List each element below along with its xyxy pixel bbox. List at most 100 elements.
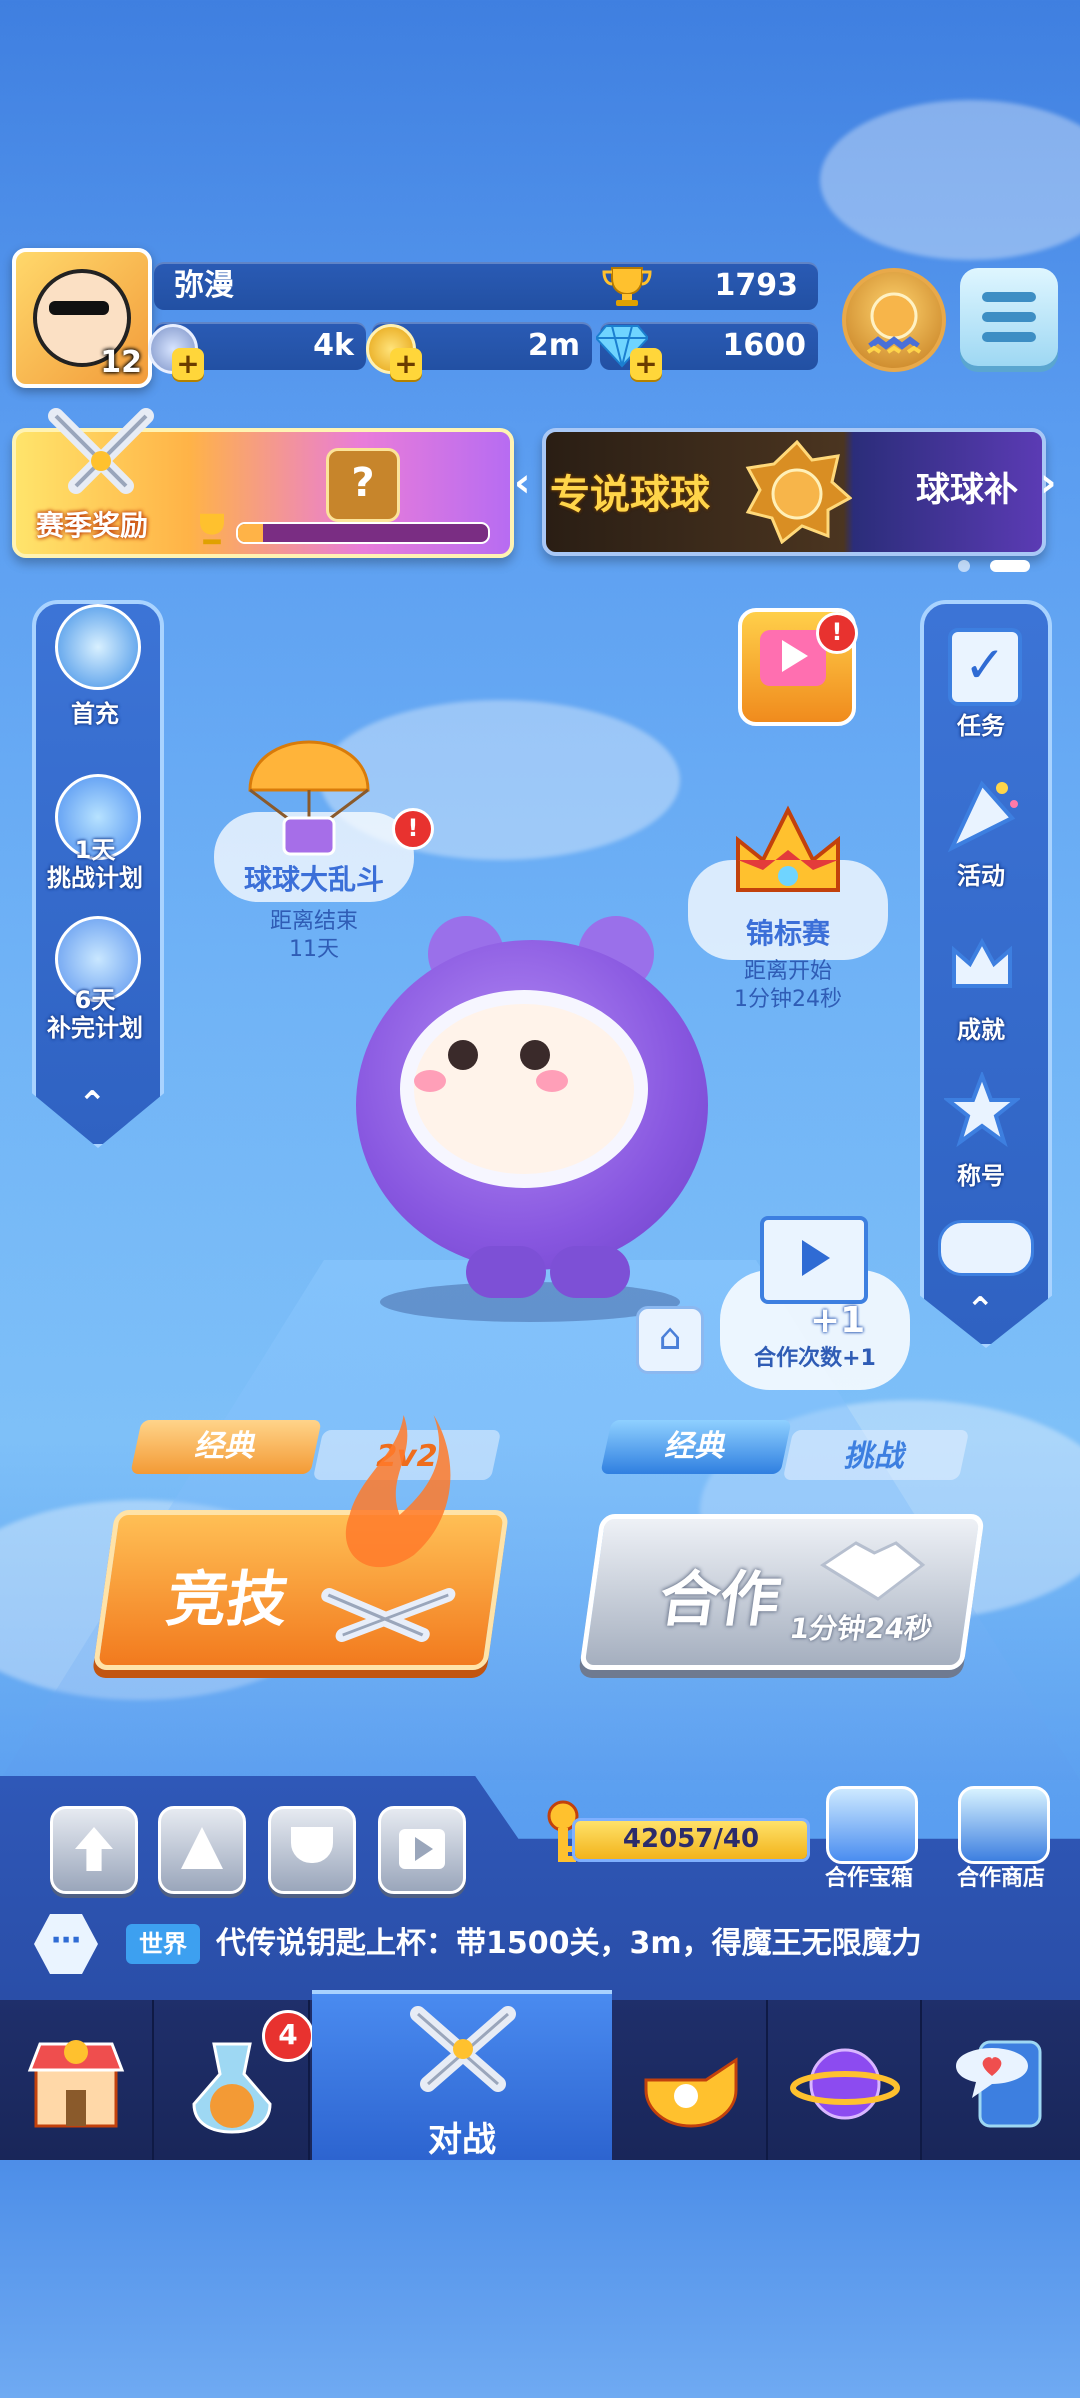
checklist-icon: ✓: [948, 628, 1022, 706]
nav-social[interactable]: [922, 2000, 1080, 2160]
coop-shop[interactable]: 合作商店: [936, 1786, 1066, 1891]
shop-icon: [958, 1786, 1050, 1864]
challenge-plan-label: 挑战计划: [47, 864, 143, 892]
stars-bar[interactable]: + 4k: [148, 322, 366, 380]
competitive-mode-tag[interactable]: 经典: [130, 1420, 322, 1474]
championship-title: 锦标赛: [745, 917, 830, 950]
planet-icon: [790, 2034, 900, 2134]
title-item[interactable]: 称号: [906, 1070, 1056, 1192]
left-panel-collapse-icon[interactable]: ⌃: [78, 1084, 107, 1124]
banner-next-arrow[interactable]: ›: [1040, 460, 1056, 506]
video-icon: [760, 1216, 868, 1304]
right-panel-collapse-icon[interactable]: ⌃: [966, 1290, 995, 1330]
stars-value: 4k: [313, 328, 354, 363]
season-progress-bar: [236, 522, 490, 544]
heart-chat-icon: [950, 2036, 1050, 2132]
nav-battle[interactable]: 对战: [312, 1990, 612, 2164]
chest-icon: [826, 1786, 918, 1864]
mask-icon: [55, 604, 141, 690]
player-avatar[interactable]: 12: [12, 248, 152, 388]
party-popper-icon: [942, 774, 1022, 854]
coop-mode-tag[interactable]: 经典: [600, 1420, 792, 1474]
player-level: 12: [100, 345, 142, 380]
nav-battle-label: 对战: [428, 2120, 496, 2160]
season-progress-fill: [238, 524, 263, 542]
first-recharge-label: 首充: [71, 700, 119, 728]
coop-chest[interactable]: 合作宝箱: [804, 1786, 934, 1891]
brawl-title: 球球大乱斗: [243, 863, 384, 896]
activity-label: 活动: [957, 862, 1005, 890]
coop-challenge-tag[interactable]: 挑战: [782, 1430, 970, 1480]
carousel-dot-active: [990, 560, 1030, 572]
gems-bar[interactable]: + 1600: [594, 322, 818, 380]
gems-value: 1600: [722, 328, 807, 363]
video-reward-badge: !: [816, 612, 858, 654]
crossed-swords-icon: [408, 2004, 518, 2104]
potion-icon: [184, 2040, 280, 2136]
competitive-button[interactable]: 竞技: [92, 1415, 510, 1670]
replay-button[interactable]: [378, 1806, 466, 1894]
coop-count-label: 合作次数+1: [754, 1346, 876, 1371]
coins-bar[interactable]: + 2m: [366, 322, 592, 380]
coop-count-bubble[interactable]: +1 合作次数+1: [720, 1216, 910, 1390]
upgrade-button[interactable]: [50, 1806, 138, 1894]
banner-prev-arrow[interactable]: ‹: [514, 460, 530, 506]
competitive-label: 竞技: [162, 1565, 293, 1635]
crown-icon: [728, 800, 848, 914]
achievement-item[interactable]: 成就: [906, 926, 1056, 1046]
season-reward-label: 赛季奖励: [36, 509, 149, 542]
character-eye: [448, 1040, 478, 1070]
chat-channel-tag: 世界: [126, 1924, 200, 1964]
nav-whistle[interactable]: [614, 2000, 768, 2160]
legend-ball-banner[interactable]: 专说球球 球球补: [542, 428, 1046, 556]
mystery-reward-icon: ?: [326, 448, 400, 522]
tasks-item[interactable]: ✓ 任务: [906, 628, 1056, 748]
world-chat-row[interactable]: ⋯ 世界 代传说钥匙上杯：带1500关，3m，得魔王无限魔力: [30, 1912, 1070, 1976]
coop-plus-value: +1: [810, 1300, 866, 1341]
coop-label: 合作: [654, 1565, 785, 1635]
whistle-icon: [636, 2040, 746, 2130]
first-recharge-item[interactable]: 首充: [20, 604, 170, 734]
chat-icon[interactable]: ⋯: [34, 1914, 98, 1974]
season-reward-banner[interactable]: ? 赛季奖励: [12, 408, 514, 558]
brawl-event[interactable]: 球球大乱斗 距离结束 11天: [214, 740, 424, 970]
menu-button[interactable]: [960, 268, 1058, 366]
legend-banner-text-2: 球球补: [916, 470, 1018, 510]
trophy-icon: [602, 266, 652, 312]
flaming-swords-icon: [299, 1405, 495, 1659]
character-foot: [466, 1246, 546, 1298]
brawl-sub-1: 距离结束: [269, 909, 358, 934]
add-coins-button[interactable]: +: [390, 348, 422, 380]
tasks-label: 任务: [957, 712, 1005, 740]
brawl-badge: !: [392, 808, 434, 850]
add-gems-button[interactable]: +: [630, 348, 662, 380]
bag-badge: 4: [262, 2010, 314, 2062]
nav-planet[interactable]: [768, 2000, 922, 2160]
completion-plan-item[interactable]: 6天 补完计划: [20, 916, 170, 1042]
legend-banner-text: 专说球球: [550, 472, 710, 518]
parachute-gift-icon: [244, 740, 374, 864]
title-label: 称号: [957, 1162, 1005, 1190]
add-stars-button[interactable]: +: [172, 348, 204, 380]
nav-shop[interactable]: [0, 2000, 154, 2160]
rank-badge-icon[interactable]: [842, 268, 946, 372]
brawl-sub-2: 11天: [289, 937, 339, 962]
carousel-dot: [958, 560, 970, 572]
activity-item[interactable]: 活动: [906, 774, 1056, 894]
achievement-label: 成就: [957, 1016, 1005, 1044]
coop-button[interactable]: 合作 1分钟24秒: [579, 1514, 985, 1670]
player-name: 弥漫: [174, 268, 234, 303]
coop-chest-label: 合作宝箱: [824, 1866, 913, 1891]
key-progress-text: 42057/40: [622, 1824, 760, 1854]
challenge-plan-item[interactable]: 1天 挑战计划: [20, 774, 170, 894]
outfit-button[interactable]: ⌂: [636, 1306, 704, 1374]
championship-sub-1: 距离开始: [743, 959, 832, 984]
paw-icon[interactable]: [938, 1220, 1034, 1276]
trophy-button[interactable]: [268, 1806, 356, 1894]
lower-background: [0, 2160, 1080, 2398]
rank-button[interactable]: [158, 1806, 246, 1894]
character-cheek: [536, 1070, 568, 1092]
player-name-bar[interactable]: 弥漫 1793: [154, 262, 818, 310]
character-cheek: [414, 1070, 446, 1092]
championship-event[interactable]: 锦标赛 距离开始 1分钟24秒: [688, 800, 888, 1020]
